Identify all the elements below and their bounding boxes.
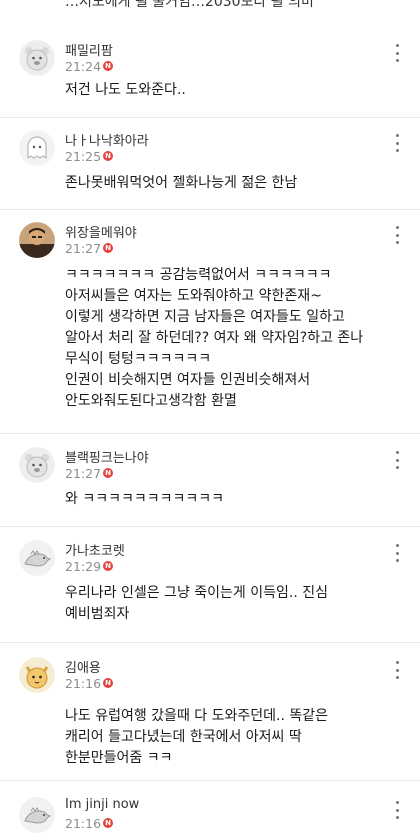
comment-line: 나도 유럽여행 갔을때 다 도와주던데.. 똑같은 — [65, 708, 328, 724]
comment-item: 김애용 21:16 N 나도 유럽여행 갔을때 다 도와주던데.. 똑같은 캐리어… — [0, 657, 420, 781]
comment-item: 패밀리팜 21:24 N 저건 나도 도와준다.. — [0, 40, 420, 118]
more-options-icon[interactable] — [392, 134, 402, 152]
new-badge-icon: N — [103, 243, 114, 253]
comment-line: ㅋㅋㅋㅋㅋㅋㅋ 공감능력없어서 ㅋㅋㅋㅋㅋㅋ — [65, 267, 332, 283]
comment-author[interactable]: 위장을메워야 — [65, 222, 137, 241]
photo-avatar-icon[interactable] — [19, 222, 55, 258]
comment-line: 예비범죄자 — [65, 606, 130, 622]
new-badge-icon: N — [103, 818, 114, 828]
comment-author[interactable]: 가나초코렛 — [65, 540, 125, 559]
comment-item: 위장을메워야 21:27 N ㅋㅋㅋㅋㅋㅋㅋ 공감능력없어서 ㅋㅋㅋㅋㅋㅋ 아저씨… — [0, 222, 420, 434]
comment-body: 와 ㅋㅋㅋㅋㅋㅋㅋㅋㅋㅋㅋ — [65, 489, 410, 510]
comment-line: 이렇게 생각하면 지금 남자들은 여자들도 일하고 — [65, 309, 345, 325]
more-options-icon[interactable] — [392, 661, 402, 679]
comment-line: 한분만들어줌 ㅋㅋ — [65, 750, 173, 766]
new-badge-icon: N — [103, 468, 114, 478]
new-badge-icon: N — [103, 151, 114, 161]
truncated-comment-text: …저노에게 될 줄거임…2030보다 될 의미 — [65, 0, 314, 10]
comment-line: 아저씨들은 여자는 도와줘야하고 약한존재~ — [65, 288, 322, 304]
comment-author[interactable]: 김애용 — [65, 657, 101, 676]
new-badge-icon: N — [103, 61, 114, 71]
comment-body: 저건 나도 도와준다.. — [65, 80, 410, 101]
comment-author[interactable]: 블랙핑크는나야 — [65, 447, 149, 466]
comment-line: 무식이 텅텅ㅋㅋㅋㅋㅋㅋ — [65, 351, 212, 367]
ghost-avatar-icon[interactable] — [19, 130, 55, 166]
comment-author[interactable]: 나ㅏ나낙화아라 — [65, 130, 149, 149]
comment-author[interactable]: 패밀리팜 — [65, 40, 113, 59]
comment-line: 와 ㅋㅋㅋㅋㅋㅋㅋㅋㅋㅋㅋ — [65, 491, 225, 507]
comment-line: 알아서 처리 잘 하던데?? 여자 왜 약자임?하고 존나 — [65, 330, 364, 346]
new-badge-icon: N — [103, 678, 114, 688]
comment-line: 인권이 비슷해지면 여자들 인권비슷해져서 — [65, 372, 311, 388]
more-options-icon[interactable] — [392, 226, 402, 244]
comment-time: 21:27 — [65, 465, 102, 481]
dino-avatar-icon[interactable] — [19, 797, 55, 833]
more-options-icon[interactable] — [392, 451, 402, 469]
new-badge-icon: N — [103, 561, 114, 571]
comment-body: ㅋㅋㅋㅋㅋㅋㅋ 공감능력없어서 ㅋㅋㅋㅋㅋㅋ 아저씨들은 여자는 도와줘야하고 … — [65, 265, 410, 412]
comment-time: 21:16 — [65, 815, 102, 831]
more-options-icon[interactable] — [392, 801, 402, 819]
comment-item: 블랙핑크는나야 21:27 N 와 ㅋㅋㅋㅋㅋㅋㅋㅋㅋㅋㅋ — [0, 447, 420, 527]
comment-line: 존나못배워먹엇어 젤화나능게 젊은 한남 — [65, 175, 298, 191]
comment-time: 21:24 — [65, 58, 102, 74]
comment-line: 우리나라 인셀은 그냥 죽이는게 이득임.. 진심 — [65, 585, 328, 601]
comment-line: 안도와줘도된다고생각함 환멸 — [65, 393, 237, 409]
comment-line: 저건 나도 도와준다.. — [65, 82, 186, 98]
comment-time: 21:27 — [65, 240, 102, 256]
bear-avatar-icon[interactable] — [19, 447, 55, 483]
more-options-icon[interactable] — [392, 544, 402, 562]
comment-body: 우리나라 인셀은 그냥 죽이는게 이득임.. 진심 예비범죄자 — [65, 583, 410, 625]
comment-item: 가나초코렛 21:29 N 우리나라 인셀은 그냥 죽이는게 이득임.. 진심 예… — [0, 540, 420, 643]
cat-avatar-icon[interactable] — [19, 657, 55, 693]
comment-item: 나ㅏ나낙화아라 21:25 N 존나못배워먹엇어 젤화나능게 젊은 한남 — [0, 130, 420, 210]
comment-body: 존나못배워먹엇어 젤화나능게 젊은 한남 — [65, 173, 410, 194]
comment-time: 21:25 — [65, 148, 102, 164]
more-options-icon[interactable] — [392, 44, 402, 62]
comment-time: 21:16 — [65, 675, 102, 691]
comment-item: Im jinji now 21:16 N — [0, 797, 420, 840]
comment-body: 나도 유럽여행 갔을때 다 도와주던데.. 똑같은 캐리어 들고다녔는데 한국에… — [65, 706, 410, 769]
comment-author[interactable]: Im jinji now — [65, 797, 139, 812]
comment-time: 21:29 — [65, 558, 102, 574]
comment-line: 캐리어 들고다녔는데 한국에서 아저씨 딱 — [65, 729, 302, 745]
bear-avatar-icon[interactable] — [19, 40, 55, 76]
dino-avatar-icon[interactable] — [19, 540, 55, 576]
